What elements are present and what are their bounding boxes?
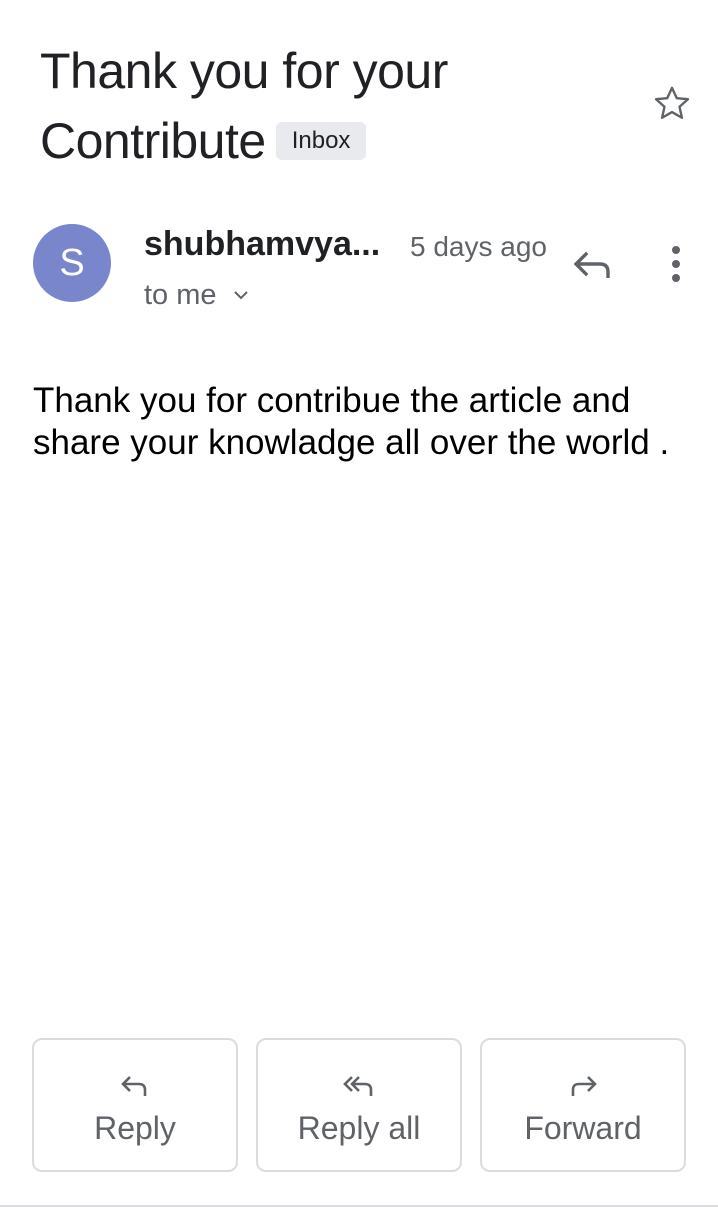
- recipient-details-toggle[interactable]: to me: [144, 276, 251, 314]
- sender-avatar[interactable]: S: [33, 224, 111, 302]
- reply-icon[interactable]: [568, 240, 618, 290]
- subject-text: Thank you for your Contribute: [40, 43, 448, 169]
- reply-all-button[interactable]: Reply all: [256, 1038, 462, 1172]
- reply-button-label: Reply: [94, 1110, 176, 1146]
- forward-icon: [571, 1076, 597, 1096]
- forward-button-label: Forward: [524, 1110, 642, 1146]
- star-icon[interactable]: [650, 82, 694, 126]
- sender-name[interactable]: shubhamvya...: [144, 222, 380, 266]
- forward-button[interactable]: Forward: [480, 1038, 686, 1172]
- recipient-text: to me: [144, 279, 217, 311]
- more-vertical-icon[interactable]: [656, 240, 696, 288]
- reply-button[interactable]: Reply: [32, 1038, 238, 1172]
- email-date: 5 days ago: [410, 231, 547, 262]
- inbox-label-badge[interactable]: Inbox: [275, 122, 367, 160]
- reply-all-button-label: Reply all: [297, 1110, 421, 1146]
- bottom-divider: [0, 1205, 718, 1207]
- reply-all-icon: [343, 1076, 373, 1096]
- email-subject: Thank you for your Contribute Inbox: [40, 36, 640, 176]
- email-body: Thank you for contribue the article and …: [33, 381, 670, 462]
- reply-icon: [121, 1076, 147, 1096]
- chevron-down-icon: [233, 291, 248, 300]
